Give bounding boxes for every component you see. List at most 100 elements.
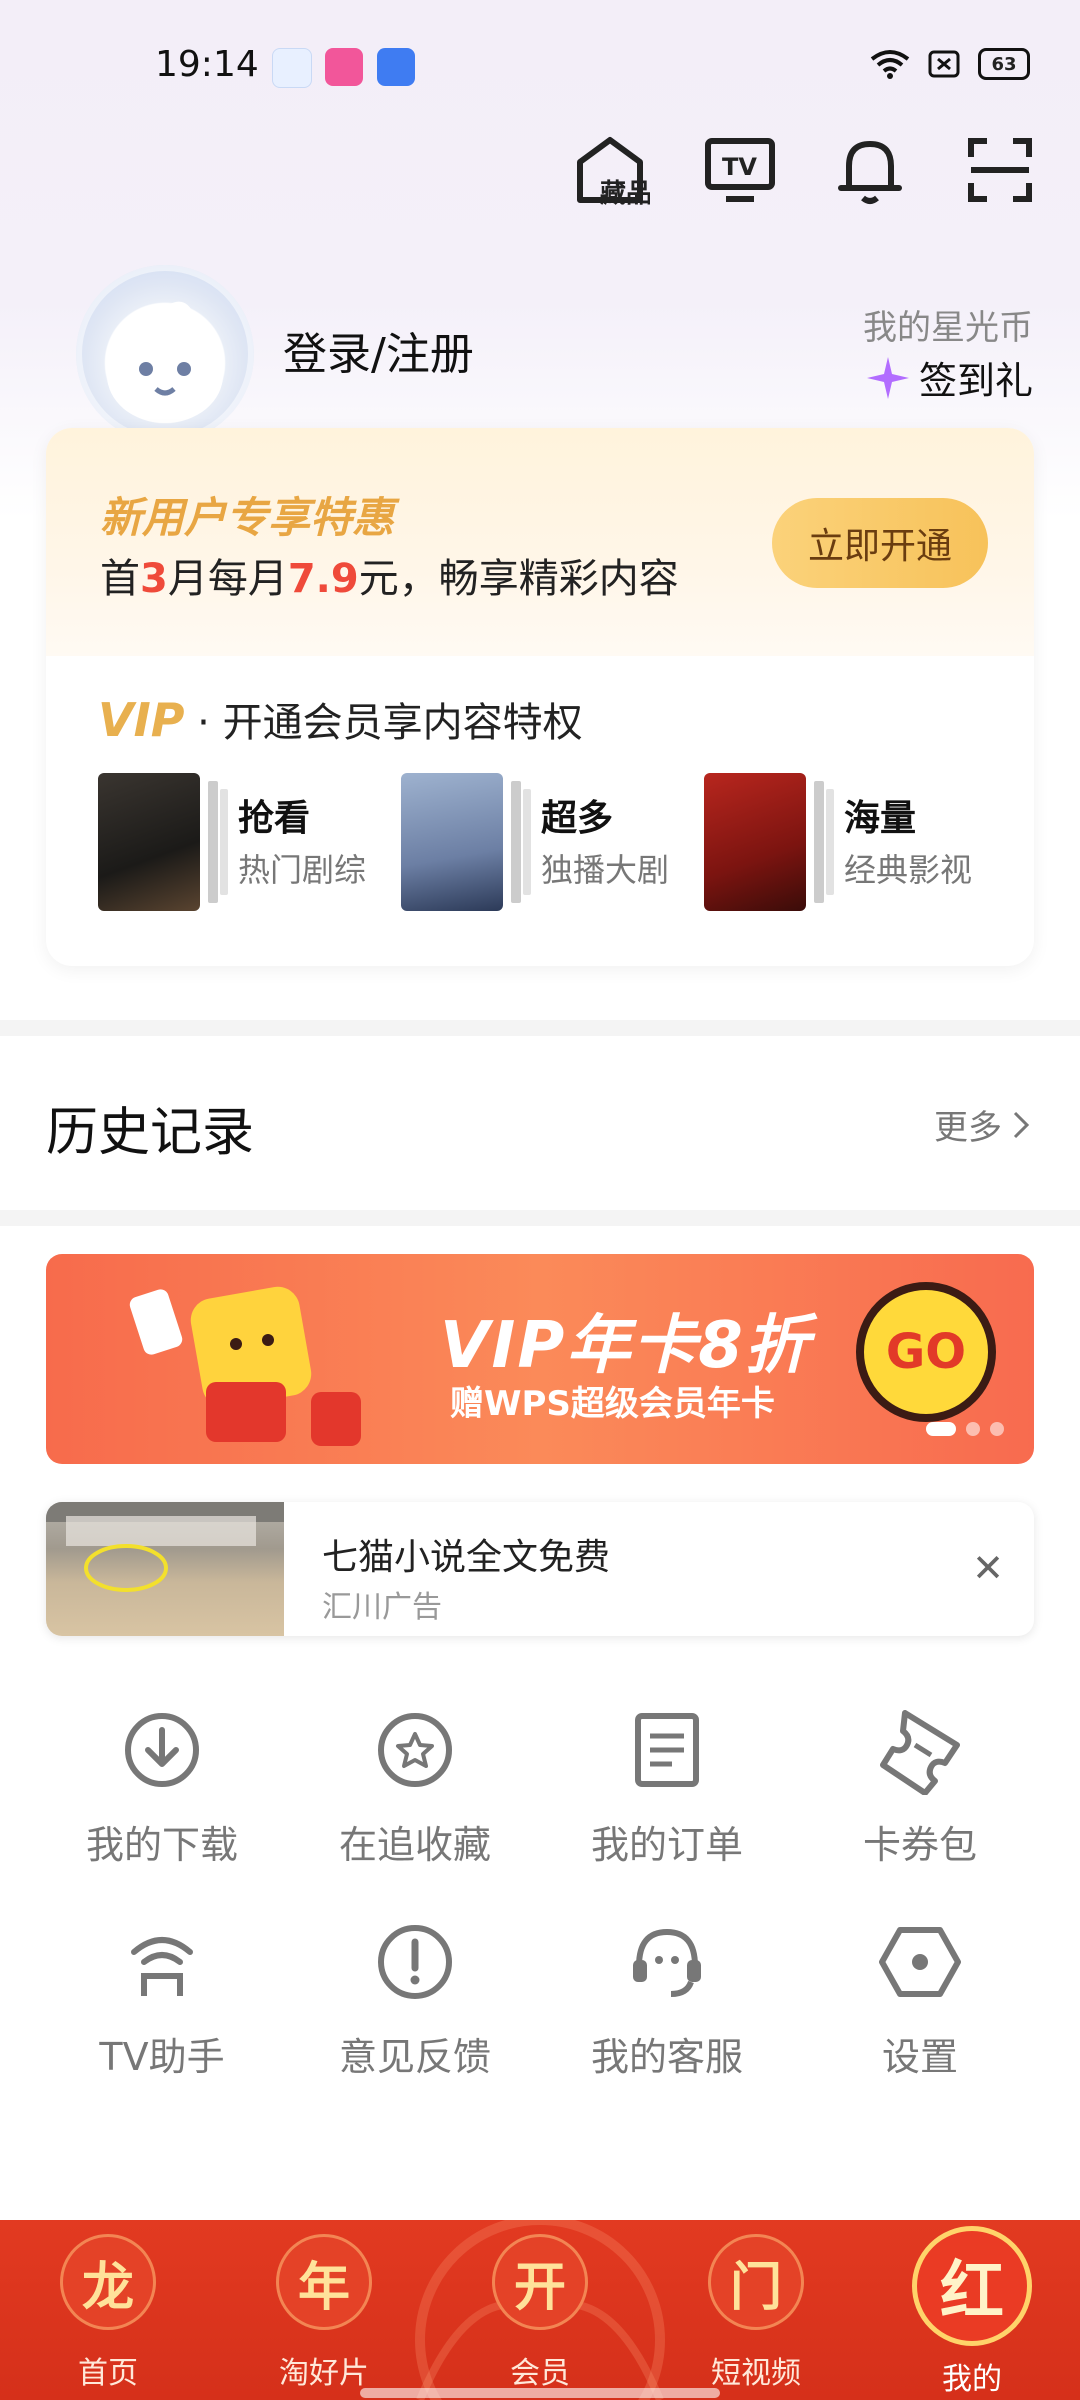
feature-classic-films[interactable]: 海量 经典影视 — [704, 773, 1004, 913]
bilibili-icon — [325, 48, 363, 86]
sparkle-icon — [866, 356, 909, 399]
nav-home-label: 首页 — [78, 2356, 138, 2391]
close-icon[interactable]: ✕ — [972, 1546, 1004, 1590]
mascot-avatar-icon — [107, 301, 223, 423]
vip-promo-band: 新用户专享特惠 首3月每月7.9元，畅享精彩内容 立即开通 — [46, 428, 1034, 656]
infinity-app-icon — [377, 48, 415, 86]
feature-subtitle: 经典影视 — [844, 851, 973, 889]
promo-title: 新用户专享特惠 — [100, 493, 395, 542]
chevron-right-icon — [1013, 1111, 1030, 1138]
nav-discover[interactable]: 年 淘好片 — [216, 2220, 432, 2400]
more-label: 更多 — [934, 1108, 1002, 1148]
open-vip-button[interactable]: 立即开通 — [772, 498, 988, 588]
tool-label: 我的下载 — [85, 1823, 238, 1867]
top-toolbar: 藏品 TV — [570, 130, 1040, 210]
tool-label: 我的订单 — [590, 1823, 743, 1867]
nav-vip[interactable]: 开 会员 — [432, 2220, 648, 2400]
bottom-nav: 龙 首页 年 淘好片 开 会员 门 短视频 红 我的 — [0, 2220, 1080, 2400]
collection-icon: 藏品 — [577, 137, 650, 209]
collection-button[interactable]: 藏品 — [570, 130, 650, 210]
tool-label: TV助手 — [99, 2035, 225, 2079]
nav-home-badge: 龙 — [60, 2234, 156, 2330]
tv-assistant-icon — [131, 1937, 193, 1996]
vip-badge: VIP — [98, 693, 185, 747]
feature-subtitle: 热门剧综 — [238, 851, 367, 889]
tool-label: 我的客服 — [590, 2035, 743, 2079]
section-divider — [0, 1210, 1080, 1226]
tool-label: 设置 — [881, 2035, 958, 2079]
app-1-icon — [272, 48, 312, 88]
avatar[interactable] — [76, 265, 254, 443]
carousel-dots — [926, 1422, 1004, 1436]
tv-label: TV — [722, 153, 757, 181]
nav-mine-label: 我的 — [942, 2362, 1002, 2397]
tool-coupons[interactable]: 卡券包 — [795, 1700, 1045, 1880]
section-divider — [0, 1020, 1080, 1036]
tool-label: 在追收藏 — [338, 1823, 491, 1867]
nav-vip-label: 会员 — [510, 2356, 570, 2391]
download-icon — [125, 1713, 199, 1787]
tool-label: 卡券包 — [862, 1823, 977, 1867]
nav-short-video[interactable]: 门 短视频 — [648, 2220, 864, 2400]
ad-card[interactable]: 七猫小说全文免费 汇川广告 ✕ — [46, 1502, 1034, 1636]
tool-my-downloads[interactable]: 我的下载 — [37, 1700, 287, 1880]
ad-title: 七猫小说全文免费 — [322, 1537, 611, 1578]
wifi-icon — [870, 50, 910, 79]
poster-thumbnail — [704, 773, 806, 911]
status-bar: 19:14 63 — [0, 0, 1080, 120]
ad-thumbnail — [46, 1502, 284, 1636]
star-coin-label[interactable]: 我的星光币 — [863, 300, 1033, 349]
history-more-link[interactable]: 更多 — [934, 1100, 1030, 1149]
ad-source: 汇川广告 — [322, 1590, 442, 1625]
banner-headline: VIP年卡8折 — [440, 1309, 811, 1383]
ticket-icon — [880, 1710, 960, 1795]
banner-subline: 赠WPS超级会员年卡 — [450, 1384, 775, 1424]
tool-feedback[interactable]: 意见反馈 — [290, 1912, 540, 2092]
tool-label: 意见反馈 — [338, 2035, 491, 2079]
promo-subtitle: 首3月每月7.9元，畅享精彩内容 — [100, 556, 679, 602]
tool-my-orders[interactable]: 我的订单 — [542, 1700, 792, 1880]
banner-go-button[interactable]: GO — [856, 1282, 996, 1422]
battery-icon: 63 — [978, 48, 1030, 80]
vip-annual-banner[interactable]: VIP年卡8折 赠WPS超级会员年卡 GO — [46, 1254, 1034, 1464]
tv-button[interactable]: TV — [700, 130, 780, 210]
tool-tv-assistant[interactable]: TV助手 — [37, 1912, 287, 2092]
vip-privilege-heading[interactable]: VIP · 开通会员享内容特权 — [98, 690, 583, 748]
order-icon — [635, 1713, 699, 1787]
checkin-gift-button[interactable]: 签到礼 — [866, 350, 1033, 405]
feature-hot-shows[interactable]: 抢看 热门剧综 — [98, 773, 398, 913]
nav-short-video-badge: 门 — [708, 2234, 804, 2330]
poster-thumbnail — [98, 773, 200, 911]
tv-icon: TV — [705, 138, 775, 202]
history-title: 历史记录 — [46, 1103, 255, 1163]
notification-button[interactable] — [830, 130, 910, 210]
star-icon — [378, 1713, 452, 1787]
poster-thumbnail — [401, 773, 503, 911]
home-indicator[interactable] — [360, 2388, 720, 2398]
tool-favorites[interactable]: 在追收藏 — [290, 1700, 540, 1880]
nav-vip-badge: 开 — [492, 2234, 588, 2330]
feature-title: 海量 — [844, 798, 917, 839]
scan-button[interactable] — [960, 130, 1040, 210]
settings-icon — [879, 1927, 961, 1997]
nav-home[interactable]: 龙 首页 — [0, 2220, 216, 2400]
tool-settings[interactable]: 设置 — [795, 1912, 1045, 2092]
feature-title: 抢看 — [238, 798, 311, 839]
feature-exclusive-dramas[interactable]: 超多 独播大剧 — [401, 773, 701, 913]
nav-discover-label: 淘好片 — [279, 2356, 369, 2391]
vip-card: 新用户专享特惠 首3月每月7.9元，畅享精彩内容 立即开通 VIP · 开通会员… — [46, 428, 1034, 966]
login-register-link[interactable]: 登录/注册 — [283, 318, 474, 382]
nav-mine[interactable]: 红 我的 — [864, 2220, 1080, 2400]
status-time: 19:14 — [155, 44, 259, 85]
nav-discover-badge: 年 — [276, 2234, 372, 2330]
customer-service-icon — [633, 1928, 701, 1997]
feature-subtitle: 独播大剧 — [541, 851, 670, 889]
nav-short-video-label: 短视频 — [711, 2356, 801, 2391]
scan-icon — [968, 138, 1032, 202]
feature-title: 超多 — [541, 798, 614, 839]
bell-icon — [838, 141, 902, 204]
feedback-icon — [378, 1925, 452, 1999]
nav-mine-badge: 红 — [912, 2226, 1032, 2346]
sim-x-icon — [928, 50, 960, 78]
tool-customer-service[interactable]: 我的客服 — [542, 1912, 792, 2092]
